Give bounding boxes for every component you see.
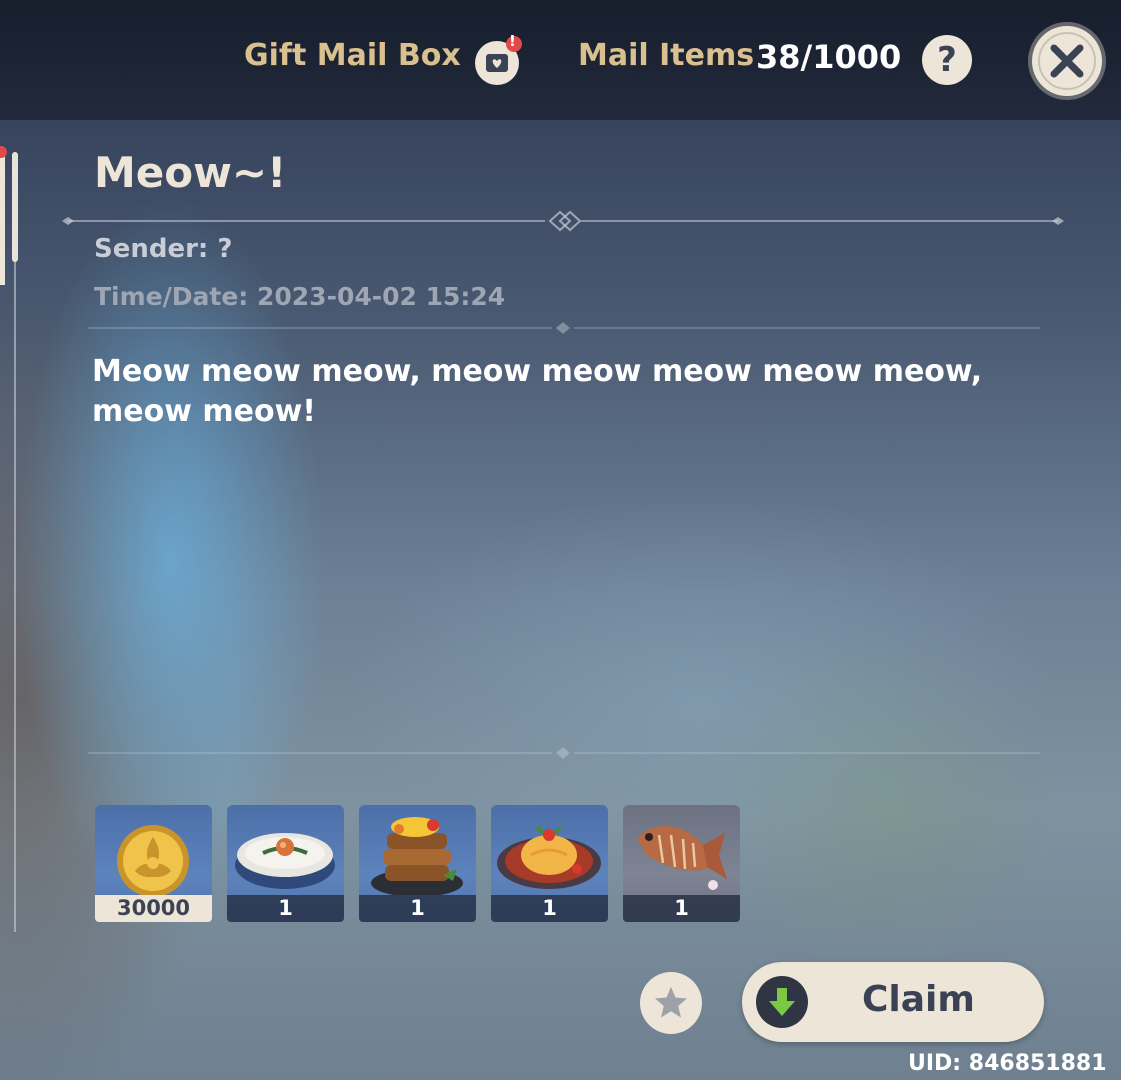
- attachment-count: 1: [359, 895, 476, 922]
- mail-items-label: Mail Items: [578, 38, 755, 73]
- unread-indicator-dot: [0, 146, 7, 158]
- header-divider: [88, 322, 1040, 334]
- star-icon: [655, 987, 687, 1018]
- attachment-item-dish[interactable]: 1: [359, 805, 476, 922]
- stacked-pancake-dish-icon: [371, 817, 463, 895]
- mail-body: Meow meow meow, meow meow meow meow meow…: [92, 354, 983, 429]
- claim-label: Claim: [862, 979, 975, 1020]
- top-bar: Gift Mail Box ! Mail Items 38/1000 ?: [0, 0, 1121, 120]
- rice-bowl-dish-icon: [235, 833, 335, 889]
- mail-timestamp: Time/Date: 2023-04-02 15:24: [94, 282, 506, 311]
- attachment-count: 1: [623, 895, 740, 922]
- attachment-count: 1: [227, 895, 344, 922]
- star-button[interactable]: [640, 972, 702, 1034]
- fish-icon: [637, 826, 727, 890]
- mailbox-badge: !: [509, 32, 516, 50]
- mailbox-title: Gift Mail Box: [244, 38, 461, 73]
- mail-items-count: 38/1000: [756, 38, 902, 76]
- attachment-item-dish[interactable]: 1: [491, 805, 608, 922]
- help-button[interactable]: ?: [922, 35, 972, 85]
- close-icon: [1038, 32, 1096, 90]
- mail-title: Meow~!: [94, 148, 287, 197]
- scrollbar[interactable]: [12, 140, 18, 940]
- attachment-item-fish[interactable]: 1: [623, 805, 740, 922]
- attachment-item-mora[interactable]: 30000: [95, 805, 212, 922]
- attachment-item-dish[interactable]: 1: [227, 805, 344, 922]
- attachment-count: 30000: [95, 895, 212, 922]
- mora-icon: [117, 825, 189, 895]
- scrollbar-track: [14, 152, 16, 932]
- scrollbar-thumb[interactable]: [12, 152, 18, 262]
- gift-mailbox-icon[interactable]: !: [472, 32, 522, 86]
- mail-sender: Sender: ?: [94, 234, 233, 264]
- title-divider: [62, 210, 1064, 232]
- close-button[interactable]: [1032, 26, 1102, 96]
- attachment-count: 1: [491, 895, 608, 922]
- uid-label: UID: 846851881: [908, 1051, 1107, 1076]
- claim-download-icon: [756, 976, 808, 1028]
- mail-list-selected-edge[interactable]: [0, 150, 5, 285]
- body-divider: [88, 747, 1040, 759]
- omurice-dish-icon: [497, 825, 601, 889]
- claim-button[interactable]: Claim: [742, 962, 1044, 1042]
